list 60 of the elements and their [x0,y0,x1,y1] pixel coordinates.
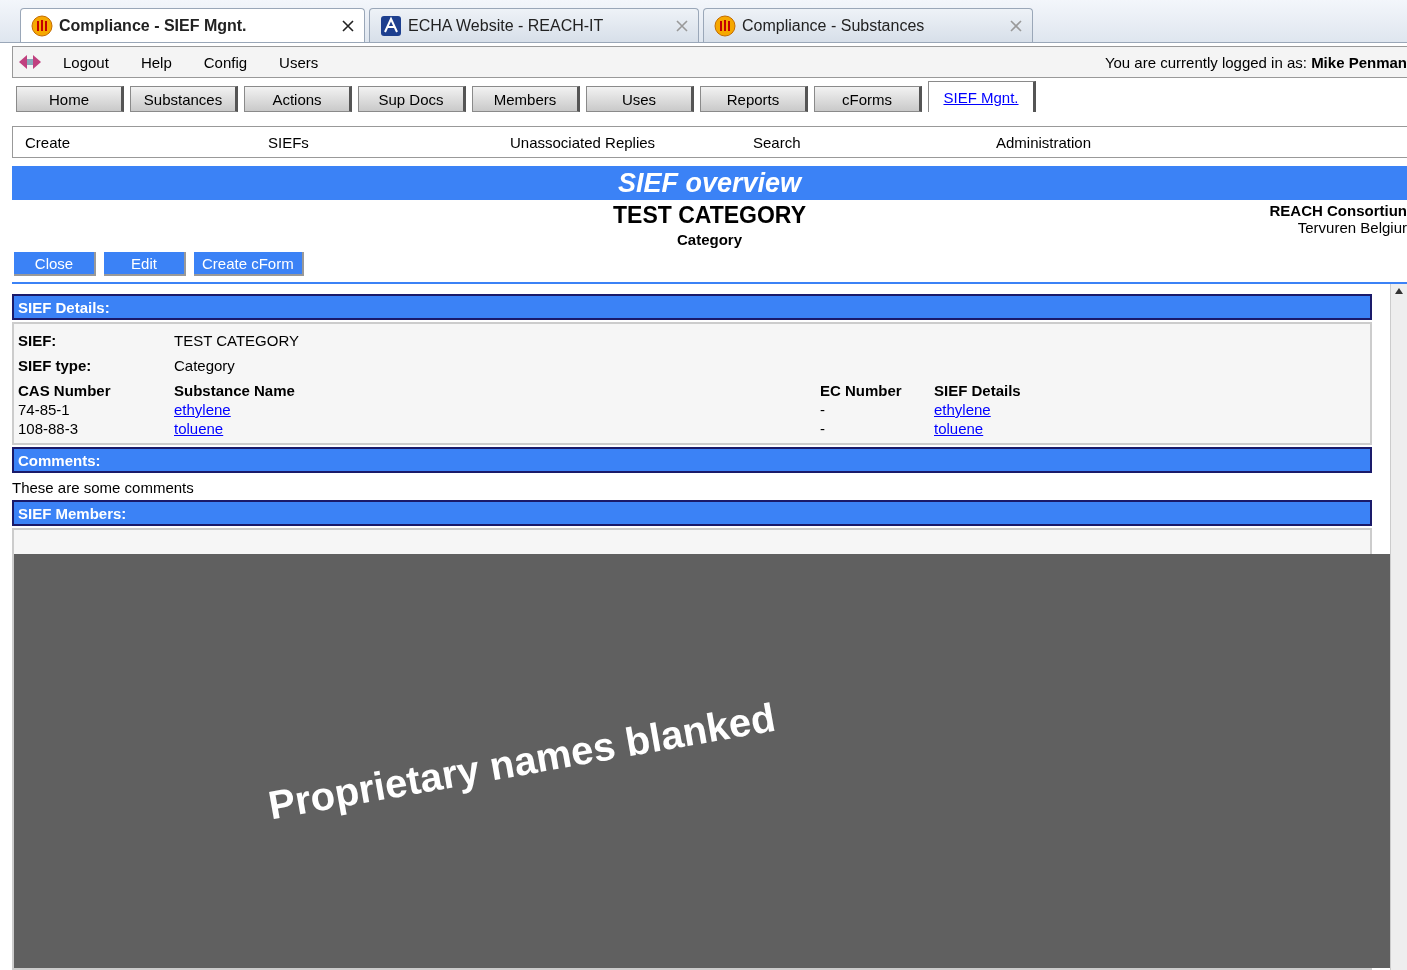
tab-title: Compliance - Substances [742,16,926,35]
table-cell-text: - [820,401,826,418]
column-header: CAS Number [18,382,112,399]
sub-nav-link[interactable]: Administration [996,133,1092,151]
substance-link[interactable]: ethylene [174,401,231,418]
comments-text: These are some comments [12,478,195,498]
action-button[interactable]: Create cForm [194,252,304,276]
action-button[interactable]: Edit [104,252,186,276]
sub-nav-link[interactable]: SIEFs [268,133,309,151]
login-status: You are currently logged in as: Mike Penman [1104,53,1407,71]
close-icon[interactable] [342,19,354,32]
tab-title: Compliance - SIEF Mgnt. [59,16,248,35]
page-banner: SIEF overview [12,166,1407,200]
column-header: EC Number [820,382,903,399]
nav-tab[interactable]: Sup Docs [358,86,466,112]
redaction-label: Proprietary names blanked [265,694,779,828]
column-header: Substance Name [174,382,296,399]
menu-item[interactable]: Users [279,53,319,71]
browser-tab[interactable]: Compliance - SIEF Mgnt. [20,8,365,42]
substance-link[interactable]: toluene [934,420,984,437]
field-label: SIEF: [18,332,58,351]
nav-tab[interactable]: Actions [244,86,352,112]
organisation-name: REACH Consortiun [1269,202,1407,219]
sub-nav-link[interactable]: Unassociated Replies [510,133,656,151]
sub-nav-link[interactable]: Search [753,133,801,151]
arrows-icon [17,52,43,72]
nav-tab[interactable]: SIEF Mgnt. [928,81,1036,112]
sief-title: TEST CATEGORY [613,202,806,229]
section-heading: Comments: [12,447,1372,473]
field-value: Category [174,357,236,374]
tab-title: ECHA Website - REACH-IT [408,16,605,35]
column-header: SIEF Details [934,382,1022,399]
menu-item[interactable]: Help [140,53,172,71]
browser-tab[interactable]: Compliance - Substances [703,8,1033,42]
action-button[interactable]: Close [14,252,96,276]
table-cell-text: - [820,420,826,437]
scrollbar[interactable] [1390,284,1407,970]
table-cell-text: 108-88-3 [18,420,80,437]
field-label: SIEF type: [18,357,93,376]
logo-icon [31,14,53,37]
nav-tab[interactable]: Home [16,86,124,112]
nav-tab[interactable]: Uses [586,86,694,112]
substance-link[interactable]: ethylene [934,401,991,418]
nav-tab[interactable]: Substances [130,86,238,112]
section-heading: SIEF Members: [12,500,1372,526]
substance-link[interactable]: toluene [174,420,224,437]
menu-item[interactable]: Config [203,53,248,71]
menu-item[interactable]: Logout [63,53,109,71]
nav-tab[interactable]: Members [472,86,580,112]
nav-tab[interactable]: cForms [814,86,922,112]
logo-icon [714,14,736,37]
sief-subtitle: Category [677,231,742,248]
sub-nav-link[interactable]: Create [25,133,71,151]
scroll-up-icon[interactable] [1395,288,1403,294]
table-cell-text: 74-85-1 [18,401,71,418]
browser-tab[interactable]: ECHA Website - REACH-IT [369,8,699,42]
organisation-location: Tervuren Belgiur [1297,219,1407,236]
field-value: TEST CATEGORY [174,332,301,349]
nav-tab[interactable]: Reports [700,86,808,112]
section-heading: SIEF Details: [12,294,1372,320]
